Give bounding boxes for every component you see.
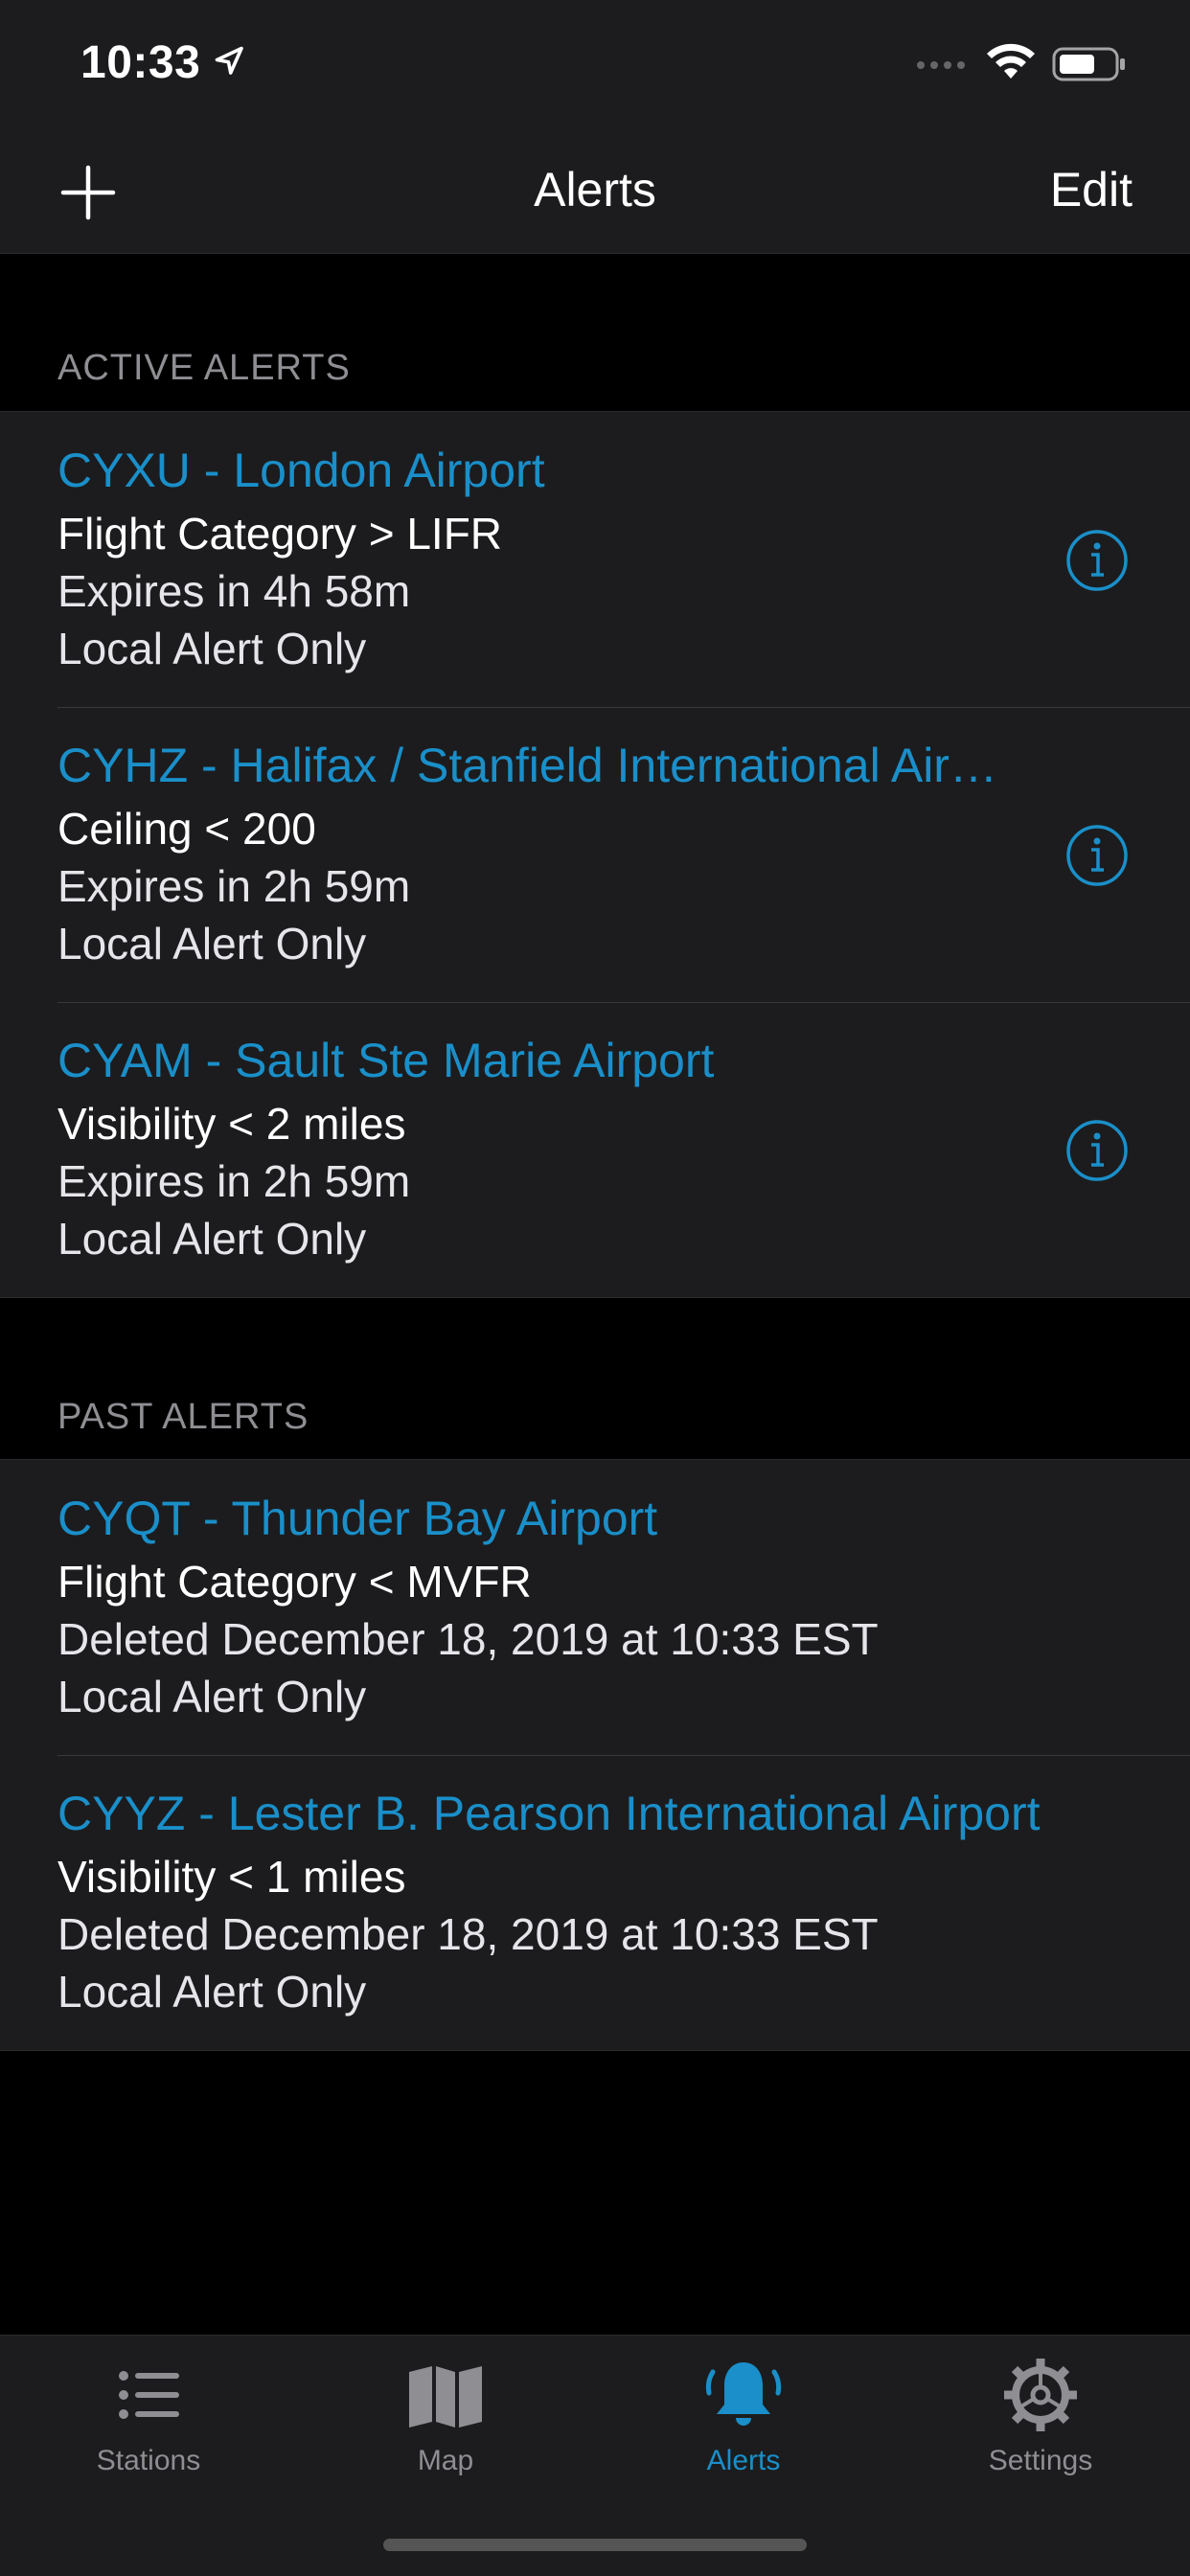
- list-icon: [119, 2371, 179, 2419]
- tab-map[interactable]: Map: [350, 2355, 541, 2477]
- alert-station-title: CYXU - London Airport: [57, 444, 545, 497]
- alert-condition: Visibility < 2 miles: [57, 1099, 406, 1149]
- alert-station-title: CYYZ - Lester B. Pearson International A…: [57, 1787, 1041, 1840]
- alert-condition: Visibility < 1 miles: [57, 1852, 406, 1902]
- alert-condition: Ceiling < 200: [57, 804, 316, 854]
- tab-label: Settings: [988, 2445, 1093, 2476]
- map-icon: [409, 2366, 482, 2428]
- tab-stations[interactable]: Stations: [53, 2355, 244, 2477]
- wifi-icon: [987, 43, 1035, 79]
- alert-scope: Local Alert Only: [57, 1214, 367, 1264]
- location-arrow-icon: [215, 46, 243, 75]
- bell-icon: [705, 2362, 782, 2426]
- alert-expiry: Expires in 4h 58m: [57, 566, 411, 616]
- alert-condition: Flight Category > LIFR: [57, 509, 503, 559]
- tab-label: Stations: [96, 2445, 201, 2476]
- alert-deleted-time: Deleted December 18, 2019 at 10:33 EST: [57, 1614, 879, 1664]
- alert-row[interactable]: CYAM - Sault Ste Marie Airport Visibilit…: [0, 1002, 1190, 1297]
- past-alerts-header: PAST ALERTS: [57, 1397, 309, 1437]
- cellular-signal-icon: [917, 61, 965, 69]
- alert-station-title: CYAM - Sault Ste Marie Airport: [57, 1034, 715, 1087]
- alert-expiry: Expires in 2h 59m: [57, 861, 411, 911]
- alert-row[interactable]: CYHZ - Halifax / Stanfield International…: [0, 707, 1190, 1002]
- alert-condition: Flight Category < MVFR: [57, 1557, 532, 1607]
- alert-scope: Local Alert Only: [57, 919, 367, 969]
- alert-expiry: Expires in 2h 59m: [57, 1156, 411, 1206]
- gear-icon: [1004, 2359, 1077, 2431]
- info-icon[interactable]: [1065, 1119, 1129, 1182]
- alert-row[interactable]: CYQT - Thunder Bay Airport Flight Catego…: [0, 1460, 1190, 1755]
- status-time: 10:33: [80, 37, 201, 88]
- alert-station-title: CYHZ - Halifax / Stanfield International…: [57, 739, 1006, 792]
- tab-label: Alerts: [706, 2445, 781, 2476]
- info-icon[interactable]: [1065, 824, 1129, 887]
- alert-scope: Local Alert Only: [57, 624, 367, 673]
- battery-icon: [1052, 47, 1125, 81]
- status-bar: 10:33: [0, 0, 1190, 129]
- tab-settings[interactable]: Settings: [945, 2355, 1136, 2477]
- navigation-bar: Alerts Edit: [0, 129, 1190, 254]
- tab-alerts[interactable]: Alerts: [648, 2355, 839, 2477]
- tab-label: Map: [417, 2445, 474, 2476]
- active-alerts-header: ACTIVE ALERTS: [57, 348, 351, 388]
- alert-row[interactable]: CYYZ - Lester B. Pearson International A…: [0, 1755, 1190, 2050]
- alert-station-title: CYQT - Thunder Bay Airport: [57, 1492, 658, 1545]
- page-title: Alerts: [534, 163, 656, 217]
- edit-button[interactable]: Edit: [1050, 162, 1133, 217]
- info-icon[interactable]: [1065, 529, 1129, 592]
- home-indicator: [383, 2539, 807, 2551]
- past-alerts-list: CYQT - Thunder Bay Airport Flight Catego…: [0, 1459, 1190, 2051]
- alert-scope: Local Alert Only: [57, 1672, 367, 1721]
- active-alerts-list: CYXU - London Airport Flight Category > …: [0, 411, 1190, 1298]
- alert-scope: Local Alert Only: [57, 1967, 367, 2017]
- alert-row[interactable]: CYXU - London Airport Flight Category > …: [0, 412, 1190, 707]
- alert-deleted-time: Deleted December 18, 2019 at 10:33 EST: [57, 1909, 879, 1959]
